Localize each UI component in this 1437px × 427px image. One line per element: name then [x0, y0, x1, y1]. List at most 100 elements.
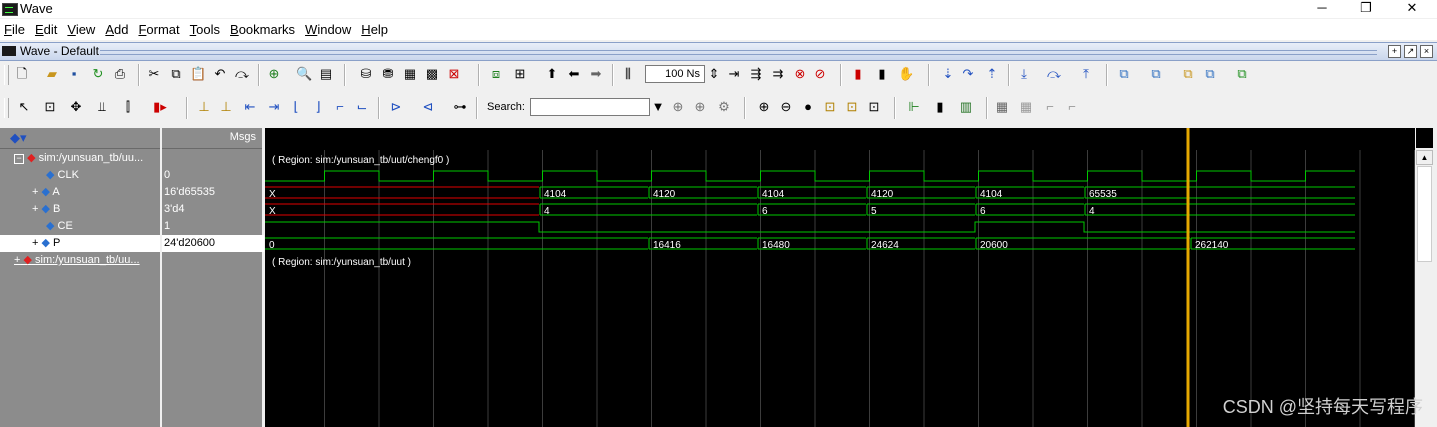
select-mode-icon[interactable]: ↖ [16, 99, 32, 115]
step-over-dd-icon[interactable]: ⤼ [1046, 66, 1062, 82]
dataflow-icon[interactable]: ▮ [850, 66, 866, 82]
search-next-icon[interactable]: ⊕ [692, 99, 708, 115]
edge-search-icon[interactable]: ⌙ [354, 99, 370, 115]
edge-prev-icon[interactable]: ⇤ [242, 99, 258, 115]
expand-icon[interactable]: ⊳ [388, 99, 404, 115]
open-folder-icon[interactable]: ▰ [44, 66, 60, 82]
layout5-icon[interactable]: ⧉ [1234, 66, 1250, 82]
ruler-icon[interactable]: ⫿ [120, 99, 136, 115]
reload-icon[interactable]: ↻ [90, 66, 106, 82]
run-length-spinner[interactable]: ⇕ [706, 66, 722, 82]
expand-toggle-icon[interactable]: + [32, 186, 38, 198]
menu-add[interactable]: Add [105, 19, 128, 40]
zoom-last-icon[interactable]: ⊡ [866, 99, 882, 115]
zoom-mode-icon[interactable]: ⊡ [42, 99, 58, 115]
step-forward-icon[interactable]: ➡ [588, 66, 604, 82]
edge-next-icon[interactable]: ⇥ [266, 99, 282, 115]
zoom-range-icon[interactable]: ⊡ [844, 99, 860, 115]
run-icon[interactable]: ⇥ [726, 66, 742, 82]
wave-pane[interactable]: ( Region: sim:/yunsuan_tb/uut/chengf0 ) (… [265, 128, 1415, 427]
expand-all-icon[interactable]: ⊶ [452, 99, 468, 115]
run-all-icon[interactable]: ⇉ [770, 66, 786, 82]
scroll-thumb[interactable] [1417, 166, 1432, 262]
wave-compare-icon[interactable]: ▮▸ [152, 99, 168, 115]
menu-format[interactable]: Format [138, 19, 179, 40]
zoom-in-icon[interactable]: ⊕ [756, 99, 772, 115]
zoom-out-icon[interactable]: ⊖ [778, 99, 794, 115]
search-input[interactable] [530, 98, 650, 116]
search-dropdown-icon[interactable]: ▼ [650, 99, 666, 115]
columns-icon[interactable]: ▤ [318, 66, 334, 82]
restart-icon[interactable]: ⧈ [488, 66, 504, 82]
wave-style-3-icon[interactable]: ▥ [958, 99, 974, 115]
falling-edge-icon[interactable]: ⌊ [288, 99, 304, 115]
collapse-toggle-icon[interactable]: − [14, 154, 24, 164]
scroll-up-icon[interactable]: ▲ [1416, 150, 1433, 165]
menu-help[interactable]: Help [361, 19, 388, 40]
stop-icon[interactable]: ⊠ [446, 66, 462, 82]
signal-row-region-2[interactable]: + ◆ sim:/yunsuan_tb/uu... [0, 252, 160, 269]
signal-row-a[interactable]: + ◆ A [0, 184, 160, 201]
signal-row-clk[interactable]: ◆ CLK [0, 167, 160, 184]
paste-icon[interactable]: 📋 [190, 66, 206, 82]
wave-dim-1-icon[interactable]: ▦ [994, 99, 1010, 115]
rising-edge-icon[interactable]: ⌋ [310, 99, 326, 115]
run-options-icon[interactable]: ⊞ [512, 66, 528, 82]
signal-menu-icon[interactable]: ◆▾ [10, 130, 27, 146]
compile-all-icon[interactable]: ⛃ [380, 66, 396, 82]
signal-row-ce[interactable]: ◆ CE [0, 218, 160, 235]
print-icon[interactable]: ⎙ [112, 66, 128, 82]
cut-icon[interactable]: ✂ [146, 66, 162, 82]
subwindow-close-button[interactable]: × [1420, 45, 1433, 58]
expand-toggle-icon[interactable]: + [14, 254, 20, 266]
menu-bookmarks[interactable]: Bookmarks [230, 19, 295, 40]
menu-edit[interactable]: Edit [35, 19, 57, 40]
step-into-dd-icon[interactable]: ⤓ [1016, 66, 1032, 82]
layout2-icon[interactable]: ⧉ [1148, 66, 1164, 82]
maximize-button[interactable]: ❐ [1349, 0, 1383, 16]
close-button[interactable]: ✕ [1395, 0, 1429, 16]
menu-file[interactable]: File [4, 19, 25, 40]
undock-button[interactable]: ↗ [1404, 45, 1417, 58]
new-file-icon[interactable]: 🗋 [14, 66, 30, 82]
step-out-icon[interactable]: ⇡ [984, 66, 1000, 82]
continue-icon[interactable]: ⇶ [748, 66, 764, 82]
redo-icon[interactable]: ⤼ [234, 66, 250, 82]
signal-row-region-1[interactable]: − ◆ sim:/yunsuan_tb/uu... [0, 150, 160, 167]
expand-toggle-icon[interactable]: + [32, 203, 38, 215]
pan-mode-icon[interactable]: ✥ [68, 99, 84, 115]
layout4-icon[interactable]: ⧉ [1202, 66, 1218, 82]
break-icon[interactable]: ▩ [424, 66, 440, 82]
hand-icon[interactable]: ✋ [898, 66, 914, 82]
step-back-icon[interactable]: ⬅ [566, 66, 582, 82]
wave-dim-3-icon[interactable]: ⌐ [1042, 99, 1058, 115]
run-length-icon[interactable]: ⫼ [620, 66, 636, 82]
collapse-icon[interactable]: ⊲ [420, 99, 436, 115]
undo-icon[interactable]: ↶ [212, 66, 228, 82]
step-up-icon[interactable]: ⬆ [544, 66, 560, 82]
minimize-button[interactable]: ─ [1305, 0, 1339, 15]
wave-dim-2-icon[interactable]: ▦ [1018, 99, 1034, 115]
any-edge-icon[interactable]: ⌐ [332, 99, 348, 115]
dock-button[interactable]: + [1388, 45, 1401, 58]
wave-style-2-icon[interactable]: ▮ [932, 99, 948, 115]
menu-view[interactable]: View [67, 19, 95, 40]
zoom-full-icon[interactable]: ● [800, 99, 816, 115]
add-wave-icon[interactable]: ⊕ [266, 66, 282, 82]
edit-mode-icon[interactable]: ⫫ [94, 99, 110, 115]
waveform-canvas[interactable]: ( Region: sim:/yunsuan_tb/uut/chengf0 ) (… [265, 128, 1415, 427]
wave-vertical-scrollbar[interactable]: ▲ [1416, 150, 1433, 427]
signal-row-b[interactable]: + ◆ B [0, 201, 160, 218]
step-out-dd-icon[interactable]: ⤒ [1078, 66, 1094, 82]
search-options-icon[interactable]: ⚙ [716, 99, 732, 115]
save-icon[interactable]: ▪ [66, 66, 82, 82]
layout-icon[interactable]: ⧉ [1116, 66, 1132, 82]
compile-icon[interactable]: ⛁ [358, 66, 374, 82]
schematic-icon[interactable]: ▮ [874, 66, 890, 82]
cursor-add-icon[interactable]: ⊥ [196, 99, 212, 115]
copy-icon[interactable]: ⧉ [168, 66, 184, 82]
find-icon[interactable]: 🔍 [296, 66, 312, 82]
simulate-icon[interactable]: ▦ [402, 66, 418, 82]
expand-toggle-icon[interactable]: + [32, 237, 38, 249]
step-into-icon[interactable]: ⇣ [940, 66, 956, 82]
